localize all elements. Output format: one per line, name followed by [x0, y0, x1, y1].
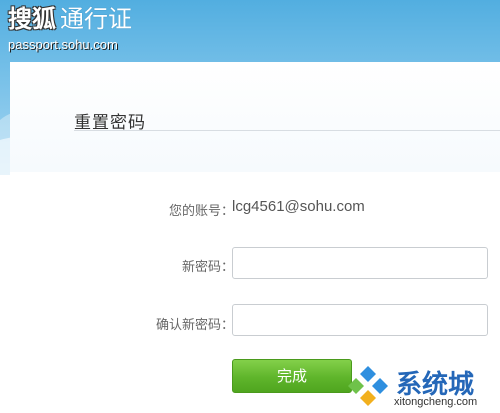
reset-password-card: 重置密码 您的账号： lcg4561@sohu.com 新密码： 确认新密码： … — [10, 62, 500, 413]
sohu-passport-logo[interactable]: 搜狐 通行证 passport.sohu.com — [8, 4, 132, 53]
logo-domain: passport.sohu.com — [8, 37, 118, 52]
new-password-label: 新密码： — [181, 260, 234, 275]
submit-button[interactable]: 完成 — [232, 359, 352, 393]
logo-title: 搜狐 通行证 — [8, 4, 132, 34]
logo-product-name: 通行证 — [60, 5, 132, 33]
account-label: 您的账号： — [168, 204, 234, 219]
new-password-field[interactable] — [232, 247, 488, 279]
watermark-url: xitongcheng.com — [394, 396, 478, 408]
site-watermark: 系统城 xitongcheng.com — [346, 362, 500, 413]
confirm-password-field[interactable] — [232, 304, 488, 336]
logo-brand-name: 搜狐 — [8, 5, 56, 33]
confirm-password-label: 确认新密码： — [155, 318, 234, 333]
title-divider — [74, 130, 500, 131]
windows-logo-icon — [348, 366, 388, 406]
page-root: 搜狐 通行证 passport.sohu.com 重置密码 您的账号： lcg45… — [0, 0, 500, 413]
account-value: lcg4561@sohu.com — [232, 198, 365, 215]
